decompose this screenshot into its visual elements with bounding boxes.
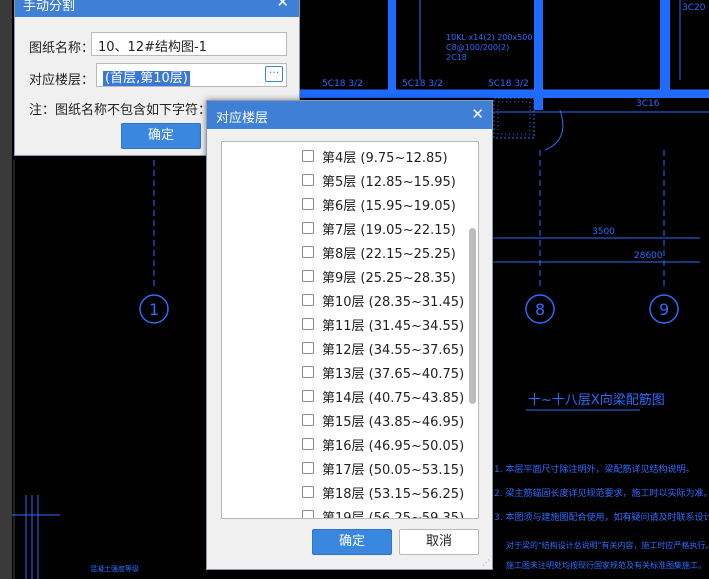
note-line-3: 3. 本图须与建施图配合使用，如有疑问请及时联系设计单位PVC。 (494, 511, 709, 523)
floor-checkbox[interactable] (302, 294, 314, 306)
floor-item-label: 第12层 (34.55~37.65) (322, 342, 465, 358)
floor-list-item[interactable]: 第8层 (22.15~25.25) (302, 242, 456, 262)
floor-list-item[interactable]: 第14层 (40.75~43.85) (302, 386, 464, 406)
floor-ok-button[interactable]: 确定 (312, 529, 392, 555)
floor-list-item[interactable]: 第6层 (15.95~19.05) (302, 194, 456, 214)
floor-item-label: 第4层 (9.75~12.85) (322, 150, 448, 166)
cad-label-spec-3: 2C18 (446, 53, 467, 62)
floor-list-item[interactable]: 第18层 (53.15~56.25) (302, 482, 464, 502)
floor-item-label: 第6层 (15.95~19.05) (322, 198, 456, 214)
floor-list-item[interactable]: 第19层 (56.25~59.35) (302, 506, 465, 519)
floor-checkbox[interactable] (302, 198, 314, 210)
floor-list[interactable]: 第4层 (9.75~12.85) 第5层 (12.85~15.95) 第6层 (15… (221, 141, 479, 519)
cad-label-spec-1: 10KL x14(2) 200x500 (446, 33, 533, 42)
note-line-5: 施工图未注明处均按现行国家规范及有关标准图集施工。 (506, 560, 706, 570)
floor-item-label: 第7层 (19.05~22.15) (322, 222, 456, 238)
floor-item-label: 第15层 (43.85~46.95) (322, 414, 465, 430)
floor-checkbox[interactable] (302, 390, 314, 402)
floor-checkbox[interactable] (302, 222, 314, 234)
floor-item-label: 第19层 (56.25~59.35) (322, 510, 465, 519)
floor-item-label: 第9层 (25.25~28.35) (322, 270, 456, 286)
manual-split-titlebar[interactable]: 手动分割 ✕ (15, 0, 299, 17)
axis-label-8: 8 (535, 300, 545, 319)
floor-checkbox[interactable] (302, 174, 314, 186)
floor-list-item[interactable]: 第12层 (34.55~37.65) (302, 338, 464, 358)
floor-checkbox[interactable] (302, 462, 314, 474)
floor-checkbox[interactable] (302, 246, 314, 258)
drawing-name-input[interactable]: 10、12#结构图-1 (91, 32, 287, 56)
manual-split-title: 手动分割 (23, 0, 76, 14)
cad-label-beam-4: 3C16 (636, 99, 660, 109)
cad-label-beam-right: 3C20 (682, 3, 706, 13)
floor-input-value: (首层,第10层) (103, 71, 190, 86)
floor-select-dialog: 对应楼层 ✕ 第4层 (9.75~12.85) 第5层 (12.85~15.95)… (206, 100, 493, 570)
floor-item-label: 第18层 (53.15~56.25) (322, 486, 465, 502)
floor-checkbox[interactable] (302, 486, 314, 498)
axis-label-9: 9 (659, 300, 669, 319)
floor-checkbox[interactable] (302, 150, 314, 162)
floor-list-item[interactable]: 第11层 (31.45~34.55) (302, 314, 464, 334)
cad-bottom-label: 混凝土强度等级 (90, 564, 139, 573)
floor-list-item[interactable]: 第5层 (12.85~15.95) (302, 170, 456, 190)
left-panel-edge (0, 0, 12, 579)
note-line-2: 2. 梁主筋锚固长度详见规范要求，施工时以实际为准。 (494, 487, 709, 499)
floor-item-label: 第10层 (28.35~31.45) (322, 294, 465, 310)
floor-list-item[interactable]: 第13层 (37.65~40.75) (302, 362, 464, 382)
cad-label-beam-1: 5C18 3/2 (322, 79, 363, 89)
floor-list-item[interactable]: 第16层 (46.95~50.05) (302, 434, 464, 454)
resize-grip-icon[interactable]: ⋰ (482, 558, 490, 567)
floor-list-item[interactable]: 第10层 (28.35~31.45) (302, 290, 464, 310)
floor-list-item[interactable]: 第4层 (9.75~12.85) (302, 146, 448, 166)
floor-select-title: 对应楼层 (216, 111, 269, 126)
cad-dimension-1: 3500 (592, 227, 615, 237)
drawing-title: 十~十八层X向梁配筋图 (528, 392, 665, 408)
floor-list-item[interactable]: 第9层 (25.25~28.35) (302, 266, 456, 286)
cad-dimension-2: 28600 (634, 251, 663, 261)
axis-label-1: 1 (149, 300, 159, 319)
floor-item-label: 第14层 (40.75~43.85) (322, 390, 465, 406)
floor-item-label: 第5层 (12.85~15.95) (322, 174, 456, 190)
floor-checkbox[interactable] (302, 510, 314, 518)
floor-cancel-button[interactable]: 取消 (399, 529, 479, 555)
floor-checkbox[interactable] (302, 414, 314, 426)
floor-list-item[interactable]: 第15层 (43.85~46.95) (302, 410, 464, 430)
note-line-4: 对于梁的"结构设计总说明"有关内容，施工时应严格执行。 (506, 540, 709, 550)
floor-checkbox[interactable] (302, 438, 314, 450)
close-icon[interactable]: ✕ (471, 105, 484, 123)
floor-list-item[interactable]: 第7层 (19.05~22.15) (302, 218, 456, 238)
floor-checkbox[interactable] (302, 270, 314, 282)
name-note: 注：图纸名称不包含如下字符：\\ (29, 103, 220, 118)
floor-input[interactable]: (首层,第10层) ··· (96, 63, 287, 87)
floor-checkbox[interactable] (302, 318, 314, 330)
floor-list-item[interactable]: 第17层 (50.05~53.15) (302, 458, 464, 478)
ok-button[interactable]: 确定 (121, 123, 201, 149)
floor-item-label: 第13层 (37.65~40.75) (322, 366, 465, 382)
floor-checkbox[interactable] (302, 342, 314, 354)
cad-label-spec-2: C8@100/200(2) (446, 43, 509, 52)
cad-label-beam-3: 5C18 3/2 (488, 79, 529, 89)
floor-checkbox[interactable] (302, 366, 314, 378)
scrollbar-thumb[interactable] (469, 228, 476, 404)
floor-item-label: 第16层 (46.95~50.05) (322, 438, 465, 454)
note-line-1: 1. 本层平面尺寸除注明外，梁配筋详见结构说明。 (494, 463, 694, 475)
floor-label: 对应楼层： (29, 73, 95, 88)
drawing-name-label: 图纸名称： (29, 41, 95, 56)
floor-item-label: 第11层 (31.45~34.55) (322, 318, 465, 334)
floor-picker-button[interactable]: ··· (265, 66, 283, 82)
floor-select-titlebar[interactable]: 对应楼层 ✕ (207, 101, 492, 129)
close-icon[interactable]: ✕ (276, 0, 289, 11)
floor-item-label: 第8层 (22.15~25.25) (322, 246, 456, 262)
cad-label-beam-2: 5C18 3/2 (402, 79, 443, 89)
floor-item-label: 第17层 (50.05~53.15) (322, 462, 465, 478)
